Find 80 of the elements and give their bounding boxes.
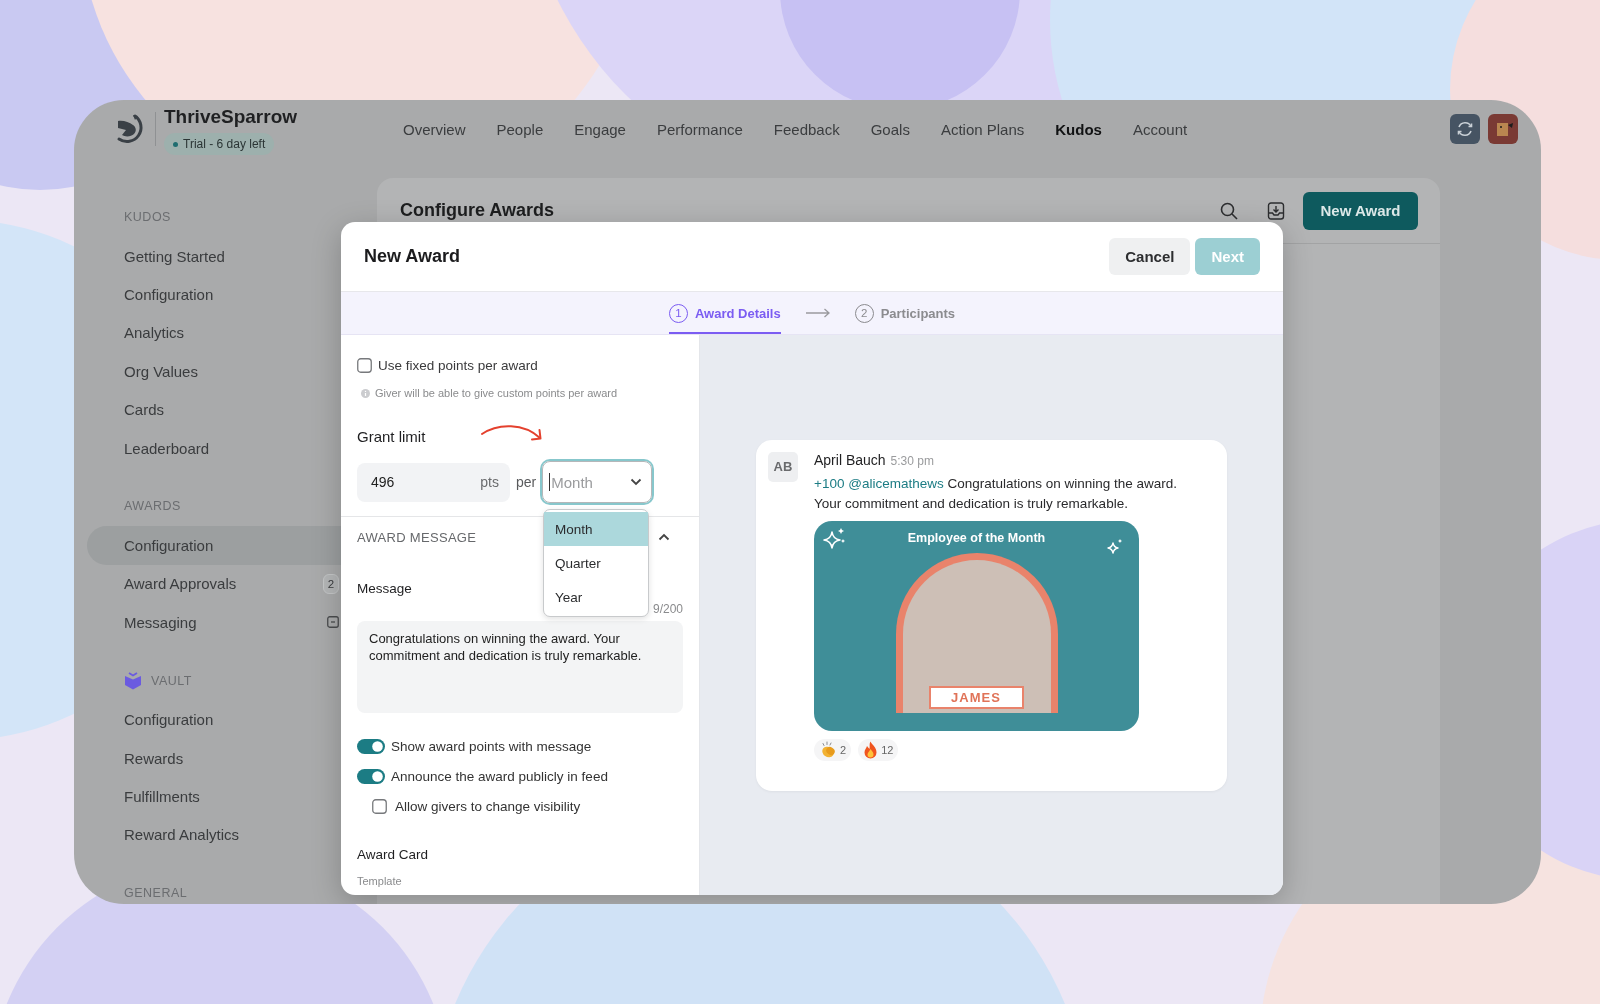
author-name: April Bauch <box>814 451 886 468</box>
points-input[interactable]: 496 pts <box>357 462 510 502</box>
secondary-button[interactable]: Cancel <box>1109 238 1191 275</box>
sparkle-icon <box>823 526 847 549</box>
nav-link[interactable]: People <box>496 120 544 138</box>
step-tab[interactable]: 2 Participants <box>854 292 956 334</box>
per-label: per <box>516 474 537 490</box>
nav-link[interactable]: Account <box>1132 120 1188 138</box>
option-label: Allow givers to change visibility <box>395 798 581 814</box>
sidebar-item[interactable]: Rewards <box>87 738 341 778</box>
sidebar-item[interactable]: Configuration <box>87 700 341 739</box>
option-label: Show award points with message <box>391 738 592 754</box>
dropdown-option[interactable]: Year <box>544 580 648 614</box>
message-field[interactable]: Congratulations on winning the award. Your commitment and dedication is truly remarkable. <box>357 621 683 713</box>
sidebar-item[interactable]: Org Values <box>87 352 341 391</box>
checkbox[interactable] <box>357 357 372 373</box>
reaction-count: 2 <box>840 743 847 756</box>
nav-link[interactable]: Engage <box>574 120 626 138</box>
sidebar-item[interactable]: Configuration <box>87 275 341 314</box>
sidebar-item[interactable]: Fulfillments <box>87 777 341 816</box>
download-icon[interactable] <box>1267 201 1285 220</box>
modal-title: New Award <box>364 246 461 267</box>
search-icon[interactable] <box>1220 201 1238 220</box>
new-award-button[interactable]: New Award <box>1303 191 1418 230</box>
avatar-icon[interactable] <box>1488 114 1518 144</box>
checkbox[interactable] <box>372 798 387 814</box>
status-dot-icon <box>173 141 178 147</box>
avatar-initials: AB <box>768 451 798 482</box>
field-label: Message <box>357 580 412 598</box>
reaction-chip[interactable]: 2 <box>814 738 852 761</box>
sidebar-item[interactable]: Getting Started <box>87 237 341 276</box>
flame-icon <box>863 740 879 759</box>
dropdown-option[interactable]: Month <box>544 512 648 546</box>
sidebar-item[interactable]: Messaging <box>87 603 341 642</box>
nav-link[interactable]: Overview <box>403 120 466 138</box>
arrow-icon <box>804 308 831 318</box>
sidebar-item[interactable]: Award Approvals 2 <box>87 564 341 604</box>
nav-link[interactable]: Action Plans <box>940 120 1025 138</box>
sidebar-item[interactable]: Analytics <box>87 313 341 353</box>
sparkle-icon <box>1107 537 1123 554</box>
sidebar-item[interactable]: Leaderboard <box>87 428 341 468</box>
template-label: Template <box>357 875 402 887</box>
option-label: Announce the award publicly in feed <box>391 768 608 784</box>
toggle-switch[interactable] <box>357 738 385 754</box>
section-title: AWARDS <box>124 499 181 514</box>
reaction-count: 12 <box>881 743 894 756</box>
chevron-down-icon <box>630 478 643 486</box>
timestamp: 5:30 pm <box>890 453 934 468</box>
message-text: +100 @alicemathews Congratulations on winning the award. Your commitment and dedication is truly remarkable. <box>814 474 1179 513</box>
info-icon <box>361 388 370 398</box>
nav-link[interactable]: Kudos <box>1055 120 1102 138</box>
field-label: Award Card <box>357 847 429 862</box>
period-select[interactable]: Month <box>542 461 653 503</box>
circular-arrows-icon[interactable] <box>1450 114 1480 144</box>
character-counter: 9/200 <box>652 602 683 616</box>
unit-label: pts <box>480 474 499 490</box>
reaction-chip[interactable]: 12 <box>858 738 899 761</box>
section-title: KUDOS <box>124 210 171 224</box>
sidebar-item[interactable]: Configuration <box>87 526 341 565</box>
chevron-up-icon[interactable] <box>658 533 670 541</box>
page-title: Configure Awards <box>400 200 555 221</box>
award-title: Employee of the Month <box>907 530 1046 546</box>
field-label: Grant limit <box>357 427 426 445</box>
sidebar-item[interactable]: Reward Analytics <box>87 815 341 855</box>
dropdown-option[interactable]: Quarter <box>544 546 648 580</box>
toggle-switch[interactable] <box>357 768 385 784</box>
nav-link[interactable]: Performance <box>656 120 743 138</box>
trial-text: Trial - 6 day left <box>183 137 266 151</box>
section-title: VAULT <box>151 673 192 688</box>
clapping-hands-icon <box>819 740 837 759</box>
section-heading: AWARD MESSAGE <box>357 529 477 545</box>
brand-name: ThriveSparrow <box>164 106 298 128</box>
hint-text: Giver will be able to give custom points per award <box>375 387 618 399</box>
checkbox-label: Use fixed points per award <box>378 357 538 373</box>
text-cursor-icon <box>549 473 551 491</box>
nav-link[interactable]: Feedback <box>773 120 840 138</box>
section-title: GENERAL <box>124 886 188 901</box>
count-badge: 2 <box>323 573 339 594</box>
nav-link[interactable]: Goals <box>870 120 910 138</box>
sidebar-item[interactable]: Cards <box>87 390 341 429</box>
